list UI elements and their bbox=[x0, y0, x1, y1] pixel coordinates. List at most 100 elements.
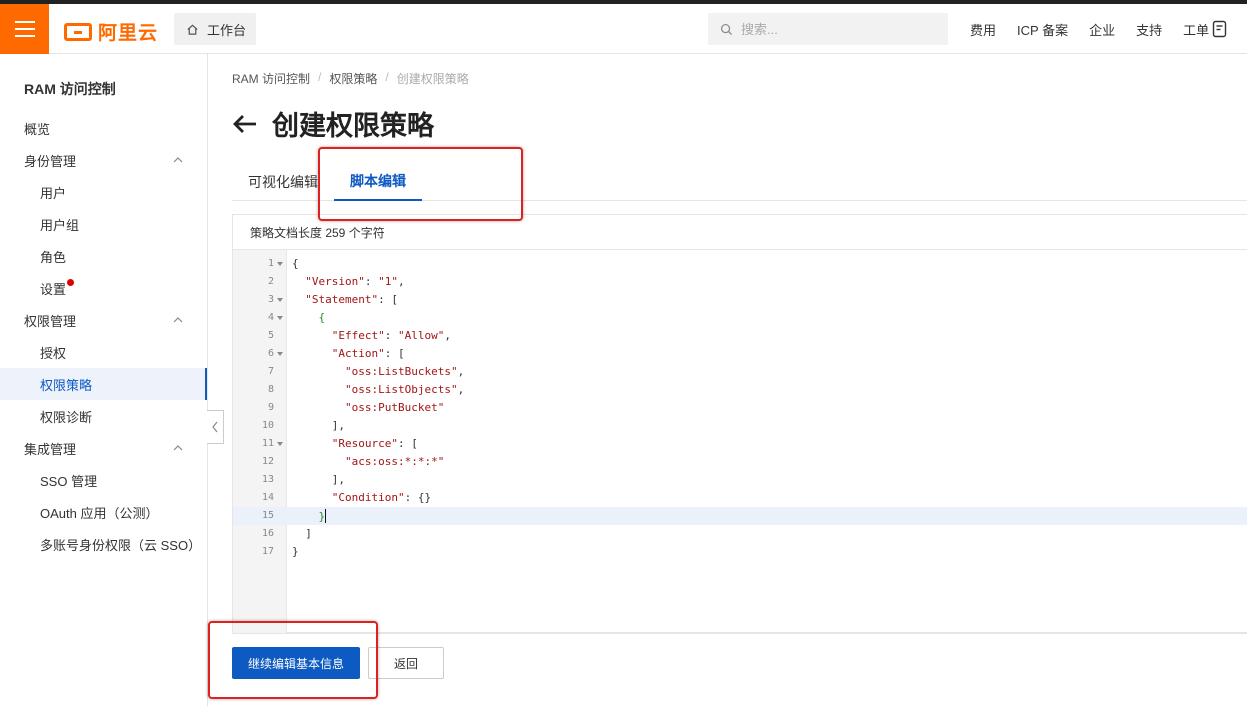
workbench-button[interactable]: 工作台 bbox=[174, 13, 256, 45]
sidebar-item-user-groups[interactable]: 用户组 bbox=[0, 208, 207, 240]
sidebar-item-users[interactable]: 用户 bbox=[0, 176, 207, 208]
search-icon bbox=[720, 23, 733, 35]
breadcrumb-item-current: 创建权限策略 bbox=[396, 72, 469, 86]
nav-icp[interactable]: ICP 备案 bbox=[1017, 20, 1068, 39]
workbench-label: 工作台 bbox=[207, 22, 247, 38]
code-text: { bbox=[292, 257, 299, 270]
sidebar-item-overview[interactable]: 概览 bbox=[0, 112, 207, 144]
breadcrumb-separator: / bbox=[385, 70, 389, 84]
code-line: 7 "oss:ListBuckets", bbox=[233, 363, 1247, 381]
tab-script-editor[interactable]: 脚本编辑 bbox=[334, 162, 422, 201]
sidebar-item-label: 用户 bbox=[40, 185, 67, 201]
fold-toggle-icon[interactable] bbox=[277, 316, 283, 320]
code-text: "Resource": [ bbox=[331, 437, 418, 450]
continue-edit-button[interactable]: 继续编辑基本信息 bbox=[232, 647, 360, 679]
fold-toggle-icon[interactable] bbox=[277, 262, 283, 266]
code-line: 3 "Statement": [ bbox=[233, 291, 1247, 309]
nav-support[interactable]: 支持 bbox=[1136, 20, 1162, 39]
tab-visual-editor[interactable]: 可视化编辑 bbox=[248, 162, 318, 201]
sidebar: RAM 访问控制 概览 身份管理 用户 用户组 角色 设置 权限管理 授权 权限… bbox=[0, 54, 208, 706]
line-number: 10 bbox=[261, 420, 274, 431]
sidebar-item-policies[interactable]: 权限策略 bbox=[0, 368, 207, 400]
fold-toggle-icon[interactable] bbox=[277, 298, 283, 302]
search-input[interactable] bbox=[741, 21, 931, 37]
policy-editor-panel: 策略文档长度 259 个字符 1{2 "Version": "1", 3 "Sta… bbox=[232, 214, 1247, 633]
sidebar-item-label: 角色 bbox=[40, 249, 67, 265]
line-number: 14 bbox=[261, 492, 274, 503]
sidebar-item-label: 用户组 bbox=[40, 217, 80, 233]
sidebar-item-label: OAuth 应用（公测） bbox=[40, 505, 159, 521]
back-arrow-icon[interactable] bbox=[232, 113, 258, 135]
sidebar-group-identity[interactable]: 身份管理 bbox=[0, 144, 207, 176]
sidebar-item-label: 多账号身份权限（云 SSO） bbox=[40, 537, 202, 553]
line-number: 8 bbox=[267, 384, 274, 395]
sidebar-item-settings[interactable]: 设置 bbox=[0, 272, 207, 304]
text-cursor bbox=[325, 509, 327, 523]
code-line: 8 "oss:ListObjects", bbox=[233, 381, 1247, 399]
line-number: 1 bbox=[267, 258, 274, 269]
breadcrumb-item-ram[interactable]: RAM 访问控制 bbox=[232, 70, 310, 87]
top-nav-links: 费用 ICP 备案 企业 支持 工单 bbox=[970, 4, 1230, 54]
sidebar-group-permissions[interactable]: 权限管理 bbox=[0, 304, 207, 336]
sidebar-item-label: 授权 bbox=[40, 345, 67, 361]
sidebar-item-diagnosis[interactable]: 权限诊断 bbox=[0, 400, 207, 432]
code-text: } bbox=[292, 545, 299, 558]
logo-text: 阿里云 bbox=[98, 23, 159, 44]
sidebar-group-integration[interactable]: 集成管理 bbox=[0, 432, 207, 464]
sidebar-item-label: 权限策略 bbox=[40, 377, 93, 393]
code-line: 15 } bbox=[233, 507, 1247, 525]
line-number: 7 bbox=[267, 366, 274, 377]
line-number: 16 bbox=[261, 528, 274, 539]
nav-ticket[interactable]: 工单 bbox=[1183, 20, 1209, 39]
line-number: 5 bbox=[267, 330, 274, 341]
code-text: "Statement": [ bbox=[305, 293, 398, 306]
search-box[interactable] bbox=[708, 13, 948, 45]
chevron-up-icon bbox=[173, 317, 183, 323]
sidebar-item-cloud-sso[interactable]: 多账号身份权限（云 SSO） bbox=[0, 528, 207, 560]
code-line: 17} bbox=[233, 543, 1247, 561]
line-number: 2 bbox=[267, 276, 274, 287]
menu-icon[interactable] bbox=[0, 4, 49, 54]
line-number: 6 bbox=[267, 348, 274, 359]
code-text: ], bbox=[292, 419, 345, 432]
nav-enterprise[interactable]: 企业 bbox=[1089, 20, 1115, 39]
breadcrumb-item-policies[interactable]: 权限策略 bbox=[329, 70, 377, 87]
code-line: 2 "Version": "1", bbox=[233, 273, 1247, 291]
code-line: 1{ bbox=[233, 255, 1247, 273]
home-icon bbox=[187, 24, 198, 35]
code-line: 4 { bbox=[233, 309, 1247, 327]
line-number: 4 bbox=[267, 312, 274, 323]
code-text: "Action": [ bbox=[331, 347, 405, 360]
page-header: 创建权限策略 bbox=[232, 104, 434, 143]
sidebar-item-label: 权限管理 bbox=[24, 313, 77, 329]
line-number: 13 bbox=[261, 474, 274, 485]
line-number: 17 bbox=[261, 546, 274, 557]
line-number: 3 bbox=[267, 294, 274, 305]
code-line: 13 ], bbox=[233, 471, 1247, 489]
code-text: "oss:ListObjects", bbox=[344, 383, 465, 396]
code-editor[interactable]: 1{2 "Version": "1", 3 "Statement": [4 {5 … bbox=[233, 250, 1247, 633]
sidebar-item-roles[interactable]: 角色 bbox=[0, 240, 207, 272]
line-number: 11 bbox=[261, 438, 274, 449]
sidebar-item-grants[interactable]: 授权 bbox=[0, 336, 207, 368]
sidebar-item-sso[interactable]: SSO 管理 bbox=[0, 464, 207, 496]
app-icon[interactable] bbox=[1212, 20, 1228, 38]
code-text: "acs:oss:*:*:*" bbox=[344, 455, 445, 468]
code-line: 14 "Condition": {} bbox=[233, 489, 1247, 507]
notification-dot bbox=[67, 278, 75, 286]
sidebar-item-label: SSO 管理 bbox=[40, 473, 98, 489]
code-line: 16 ] bbox=[233, 525, 1247, 543]
fold-toggle-icon[interactable] bbox=[277, 442, 283, 446]
sidebar-title: RAM 访问控制 bbox=[24, 81, 116, 97]
sidebar-item-oauth[interactable]: OAuth 应用（公测） bbox=[0, 496, 207, 528]
code-text: "Condition": {} bbox=[331, 491, 432, 504]
code-line: 12 "acs:oss:*:*:*" bbox=[233, 453, 1247, 471]
aliyun-logo[interactable]: 阿里云 bbox=[64, 18, 158, 45]
code-text: ] bbox=[292, 527, 312, 540]
editor-tabs: 可视化编辑 脚本编辑 bbox=[232, 162, 1247, 201]
breadcrumb: RAM 访问控制 / 权限策略 / 创建权限策略 bbox=[232, 70, 469, 87]
line-number: 12 bbox=[261, 456, 274, 467]
fold-toggle-icon[interactable] bbox=[277, 352, 283, 356]
back-button[interactable]: 返回 bbox=[368, 647, 444, 679]
nav-billing[interactable]: 费用 bbox=[970, 20, 996, 39]
